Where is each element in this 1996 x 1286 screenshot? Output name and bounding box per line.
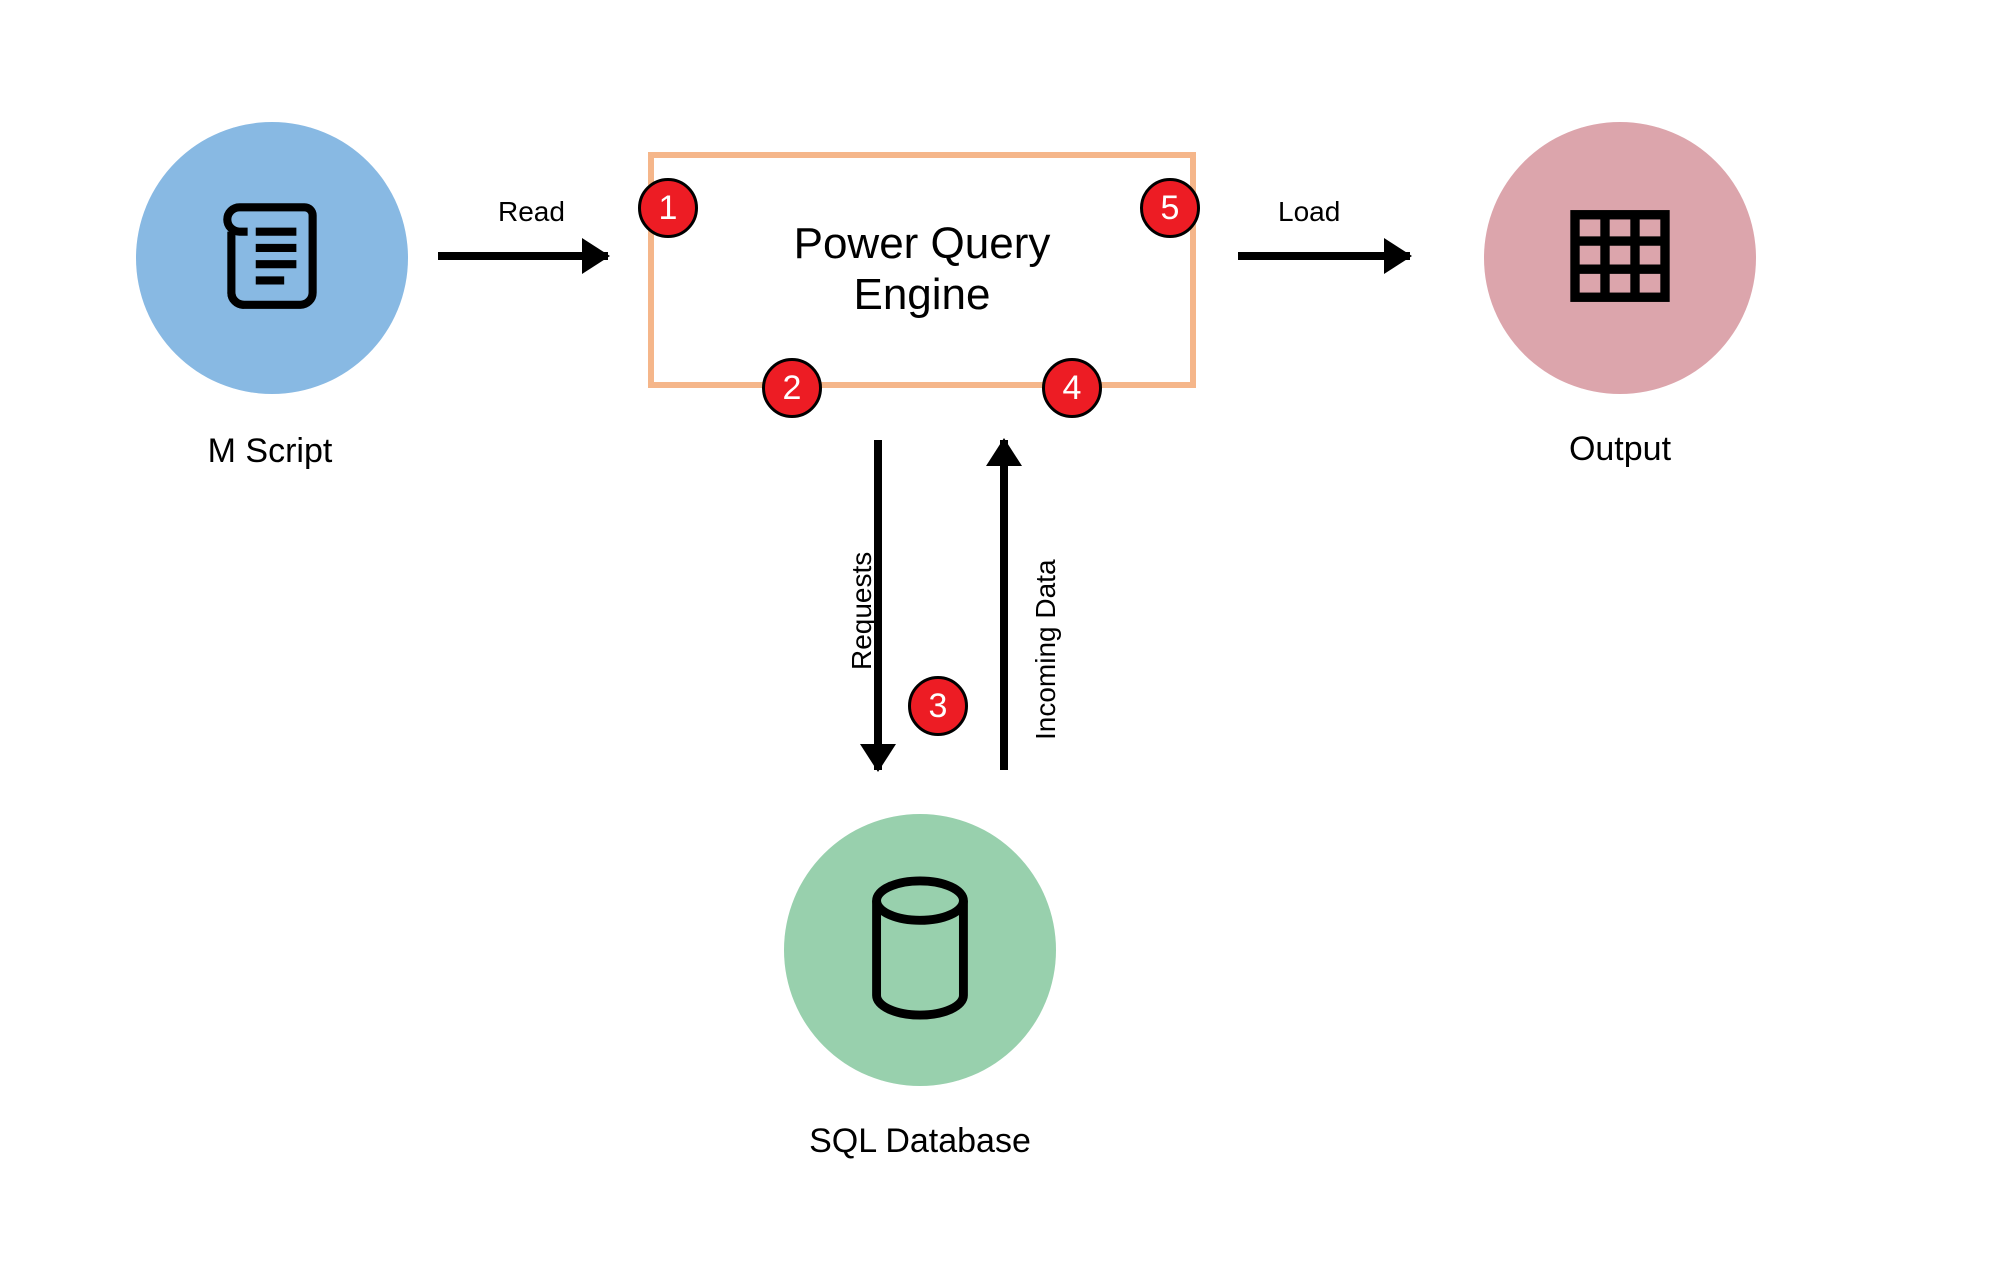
step-2: 2 <box>762 358 822 418</box>
script-icon <box>207 191 337 326</box>
database-icon <box>855 873 985 1028</box>
arrow-read <box>438 252 608 260</box>
node-database-label: SQL Database <box>770 1122 1070 1161</box>
node-engine: Power Query Engine <box>648 152 1196 388</box>
step-4: 4 <box>1042 358 1102 418</box>
arrow-incoming-label: Incoming Data <box>1030 559 1062 740</box>
step-5: 5 <box>1140 178 1200 238</box>
arrow-load <box>1238 252 1410 260</box>
node-database <box>784 814 1056 1086</box>
table-icon <box>1560 196 1680 321</box>
arrow-requests-label: Requests <box>846 552 878 670</box>
step-1: 1 <box>638 178 698 238</box>
node-output-label: Output <box>1470 430 1770 469</box>
arrow-read-label: Read <box>498 196 565 228</box>
arrow-load-label: Load <box>1278 196 1340 228</box>
node-m-script <box>136 122 408 394</box>
step-3: 3 <box>908 676 968 736</box>
node-output <box>1484 122 1756 394</box>
node-m-script-label: M Script <box>120 432 420 471</box>
diagram-canvas: M Script Power Query Engine Output <box>0 0 1996 1286</box>
arrow-incoming <box>1000 440 1008 770</box>
engine-label: Power Query Engine <box>794 219 1051 320</box>
